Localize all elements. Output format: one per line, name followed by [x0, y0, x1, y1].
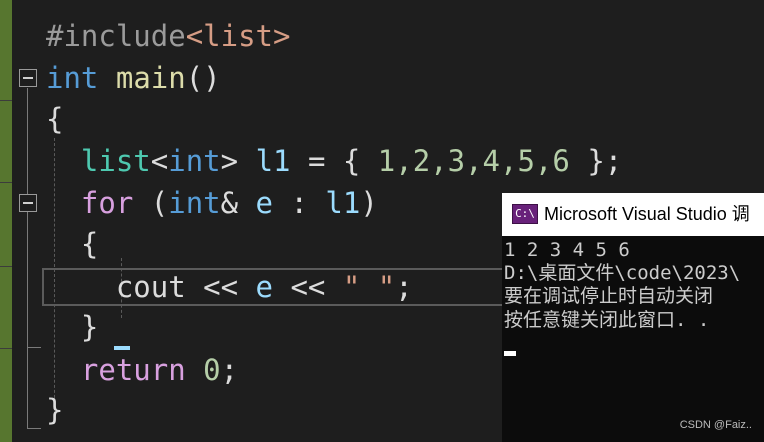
- code-line-include[interactable]: #include<list>: [46, 18, 290, 54]
- brace: {: [80, 227, 99, 261]
- type-list: list: [80, 144, 151, 178]
- stream-cout: cout: [115, 270, 186, 304]
- debug-console-window[interactable]: C:\ Microsoft Visual Studio 调 1 2 3 4 5 …: [502, 193, 764, 442]
- variable-e: e: [255, 186, 274, 220]
- function-name: main: [115, 61, 186, 95]
- preprocessor-directive: #include: [46, 19, 186, 53]
- template-param: int: [168, 144, 221, 178]
- template-open: <: [150, 144, 169, 178]
- statement-end: };: [569, 144, 623, 178]
- code-line-list-decl[interactable]: list<int> l1 = { 1,2,3,4,5,6 };: [46, 143, 622, 179]
- brace-match-marker: [114, 346, 130, 350]
- code-line-main[interactable]: int main(): [46, 60, 221, 96]
- paren-open: (: [133, 186, 169, 220]
- console-title-bar[interactable]: C:\ Microsoft Visual Studio 调: [502, 193, 764, 236]
- parens: (): [185, 61, 221, 95]
- statement-end: ;: [395, 270, 413, 304]
- initializer-values: 1,2,3,4,5,6: [377, 144, 570, 178]
- return-value: 0: [203, 353, 221, 387]
- template-close: >: [220, 144, 239, 178]
- change-margin: [0, 0, 12, 442]
- stream-operator: <<: [185, 270, 256, 304]
- fold-end: [27, 428, 41, 429]
- brace: }: [80, 310, 99, 344]
- console-output-line: 按任意键关闭此窗口. .: [504, 309, 710, 331]
- string-literal: " ": [342, 270, 396, 304]
- brace: {: [46, 102, 64, 136]
- collapse-main-icon[interactable]: [19, 69, 37, 87]
- console-output-line: 1 2 3 4 5 6: [504, 239, 630, 261]
- console-cursor: [504, 351, 516, 356]
- initializer-open: = {: [290, 144, 378, 178]
- code-line-cout[interactable]: cout << e << " ";: [46, 269, 413, 305]
- statement-end: ;: [220, 353, 239, 387]
- variable-e: e: [255, 270, 273, 304]
- variable-l1: l1: [255, 144, 291, 178]
- collapse-for-icon[interactable]: [19, 194, 37, 212]
- margin-divider: [0, 348, 12, 349]
- keyword-return: return: [80, 353, 186, 387]
- margin-divider: [0, 100, 12, 101]
- range-colon: :: [273, 186, 326, 220]
- brace: }: [46, 393, 64, 427]
- margin-divider: [0, 266, 12, 267]
- code-line-for-close-brace[interactable]: }: [46, 309, 98, 345]
- keyword-for: for: [80, 186, 134, 220]
- code-line-for-open-brace[interactable]: {: [46, 226, 98, 262]
- code-line-open-brace[interactable]: {: [46, 101, 63, 137]
- fold-outline: [27, 212, 28, 348]
- keyword-int: int: [46, 61, 99, 95]
- watermark: CSDN @Faiz..: [679, 419, 752, 431]
- console-title: Microsoft Visual Studio 调: [544, 204, 750, 224]
- variable-l1: l1: [325, 186, 361, 220]
- console-output-line: 要在调试停止时自动关闭: [504, 285, 714, 307]
- include-header: <list>: [185, 19, 291, 53]
- console-app-icon: C:\: [512, 204, 538, 224]
- margin-divider: [0, 182, 12, 183]
- code-line-close-brace[interactable]: }: [46, 392, 63, 428]
- paren-close: ): [360, 186, 378, 220]
- keyword-int: int: [168, 186, 221, 220]
- code-line-return[interactable]: return 0;: [46, 352, 238, 388]
- reference-amp: &: [220, 186, 256, 220]
- code-line-for[interactable]: for (int& e : l1): [46, 185, 378, 221]
- fold-end: [27, 347, 41, 348]
- console-output-line: D:\桌面文件\code\2023\: [504, 262, 741, 284]
- stream-operator: <<: [273, 270, 343, 304]
